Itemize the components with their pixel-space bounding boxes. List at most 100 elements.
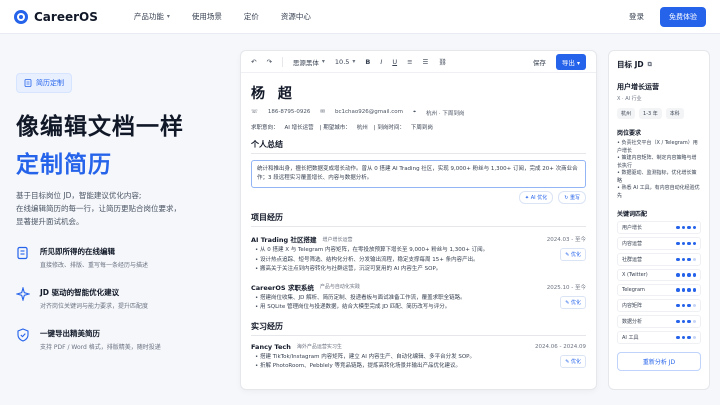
match-dot	[692, 225, 696, 230]
item-bullets[interactable]: 从 0 搭建 X 与 Telegram 内容矩阵，在零投放预算下增长至 9,00…	[251, 246, 556, 275]
hero-subtitle-line: 显著提升面试机会。	[16, 217, 84, 226]
optimize-button[interactable]: ✎ 优化	[560, 295, 586, 309]
item-title[interactable]: CareerOS 求职系统	[251, 282, 314, 292]
duty-item: 数据驱动、监测指标，优化增长策略	[617, 170, 701, 185]
chevron-down-icon: ▾	[321, 58, 325, 65]
match-level	[676, 335, 696, 340]
match-dot	[692, 288, 696, 292]
toolbar-divider	[281, 56, 283, 67]
item-role[interactable]: 海外产品运营实习生	[297, 343, 342, 350]
match-dot	[681, 335, 685, 340]
item-role[interactable]: 产品与自动化实践	[320, 283, 360, 290]
keyword-row: X (Twitter)	[617, 269, 701, 281]
item-title[interactable]: AI Trading 社区搭建	[251, 234, 316, 244]
keyword-row: 社群运营	[617, 253, 701, 266]
ai-optimize-button[interactable]: ✦ AI 优化	[518, 191, 554, 204]
intent-role[interactable]: AI 增长运营	[285, 123, 314, 131]
export-button[interactable]: 导出 ▾	[555, 53, 586, 70]
match-level	[676, 273, 696, 277]
match-dot	[681, 288, 685, 292]
resume-name[interactable]: 杨 超	[251, 83, 586, 103]
save-button[interactable]: 保存	[533, 57, 546, 67]
keyword-name: Telegram	[622, 287, 645, 293]
city-text[interactable]: 杭州 · 下周到岗	[426, 109, 464, 117]
intent-line: 求职意向： AI 增长运营 | 期望城市： 杭州 | 到岗时间： 下周到岗	[251, 123, 586, 131]
link-icon[interactable]: ⛓	[438, 58, 446, 66]
summary-textbox[interactable]: 统计和推出身，擅长把数据变成增长动作。曾从 0 搭建 AI Trading 社区…	[251, 160, 586, 188]
match-level	[676, 319, 696, 324]
item-title[interactable]: Fancy Tech	[251, 343, 291, 351]
email-text[interactable]: bc1chao926@gmail.com	[335, 109, 403, 117]
menu-product[interactable]: 产品功能 ▾	[134, 11, 170, 22]
optimize-button[interactable]: ✎ 优化	[560, 354, 586, 368]
font-family-select[interactable]: 思源黑体 ▾	[293, 57, 325, 67]
intent-label: 求职意向：	[251, 125, 279, 131]
arrive-value[interactable]: 下周到岗	[411, 123, 433, 131]
jd-role: 用户增长运营	[617, 83, 659, 91]
match-dot	[681, 273, 685, 277]
rewrite-button[interactable]: ↻ 重写	[558, 191, 586, 204]
item-bullets[interactable]: 搭建 TikTok/Instagram 内容矩阵，建立 AI 内容生产、自动化编…	[251, 353, 556, 372]
bold-icon[interactable]: B	[365, 58, 370, 66]
menu-resources[interactable]: 资源中心	[281, 11, 311, 22]
match-dot	[692, 335, 696, 340]
feature-tag: 简历定制	[16, 73, 72, 93]
editor-toolbar: ↶ ↷ 思源黑体 ▾ 10.5 ▾ B I U ≡ ☰ ⛓ 保存 导出 ▾	[241, 51, 596, 73]
phone-text[interactable]: 186-8795-0926	[268, 109, 310, 117]
reanalyze-jd-button[interactable]: 重新分析 JD	[617, 352, 701, 371]
hero-subtitle: 基于目标岗位 JD，智能建议优化内容; 在线编辑简历的每一行，让简历更贴合岗位要…	[16, 189, 226, 228]
chevron-down-icon: ▾	[166, 13, 170, 20]
undo-icon[interactable]: ↶	[251, 58, 256, 66]
free-trial-button[interactable]: 免费体验	[660, 6, 706, 27]
duties-list: 负责社交平台（X / Telegram）用户增长 策建内容矩阵、制定内容策略与增…	[617, 140, 701, 200]
match-dot	[687, 225, 691, 230]
city-value[interactable]: 杭州	[357, 123, 368, 131]
keyword-name: 用户增长	[622, 225, 643, 231]
optimize-button[interactable]: ✎ 优化	[560, 248, 586, 261]
feature-title: JD 驱动的智能优化建议	[40, 288, 120, 297]
keyword-name: 数据分析	[622, 319, 643, 325]
menu-scenarios[interactable]: 使用场景	[192, 11, 222, 22]
duty-item: 策建内容矩阵、制定内容策略与增长执行	[617, 155, 701, 170]
redo-icon[interactable]: ↷	[266, 58, 271, 66]
align-left-icon[interactable]: ≡	[407, 58, 412, 66]
font-size-select[interactable]: 10.5 ▾	[335, 58, 356, 66]
match-dot	[681, 319, 685, 324]
feature-item-export: 一键导出精美简历 支持 PDF / Word 格式，排版精美，随时投递	[16, 328, 226, 351]
match-dot	[692, 257, 696, 262]
item-date[interactable]: 2025.10 - 至今	[547, 283, 586, 291]
match-dot	[687, 257, 691, 262]
match-dot	[676, 303, 680, 308]
resume-editor: ↶ ↷ 思源黑体 ▾ 10.5 ▾ B I U ≡ ☰ ⛓ 保存 导出 ▾ 杨 超 …	[240, 50, 597, 390]
match-dot	[692, 241, 696, 246]
city-label: | 期望城市：	[319, 125, 351, 131]
match-level	[676, 303, 696, 308]
copy-icon[interactable]: ⧉	[648, 61, 652, 69]
menu-pricing[interactable]: 定价	[244, 11, 259, 22]
jd-panel-header: 目标 JD ⧉	[617, 59, 701, 70]
match-dot	[687, 319, 691, 324]
match-level	[676, 257, 696, 262]
keyword-row: Telegram	[617, 284, 701, 296]
hero-title-line1: 像编辑文档一样	[16, 114, 184, 140]
item-date[interactable]: 2024.06 - 2024.09	[535, 344, 586, 350]
jd-panel-title: 目标 JD	[617, 60, 644, 69]
match-level	[676, 241, 696, 246]
match-dot	[687, 288, 691, 292]
item-bullets[interactable]: 搭建岗位收集、JD 解析、简历定制、投递看板与面试准备工作流，覆盖求职全链路。用…	[251, 294, 556, 313]
hero-subtitle-line: 基于目标岗位 JD，智能建议优化内容;	[16, 191, 142, 200]
match-dot	[676, 319, 680, 324]
login-link[interactable]: 登录	[629, 11, 644, 22]
keyword-row: AI 工具	[617, 331, 701, 344]
location-icon: ⌖	[413, 109, 417, 115]
underline-icon[interactable]: U	[392, 58, 397, 66]
intern-item: Fancy Tech 海外产品运营实习生 2024.06 - 2024.09 搭建 …	[251, 343, 586, 372]
match-dot	[676, 241, 680, 246]
item-role[interactable]: 增户增长运营	[322, 236, 352, 243]
item-date[interactable]: 2024.03 - 至今	[547, 235, 586, 243]
sparkle-icon	[16, 287, 30, 301]
brand[interactable]: CareerOS	[14, 9, 98, 24]
list-icon[interactable]: ☰	[423, 58, 429, 66]
chevron-down-icon: ▾	[352, 58, 356, 65]
italic-icon[interactable]: I	[380, 58, 382, 66]
